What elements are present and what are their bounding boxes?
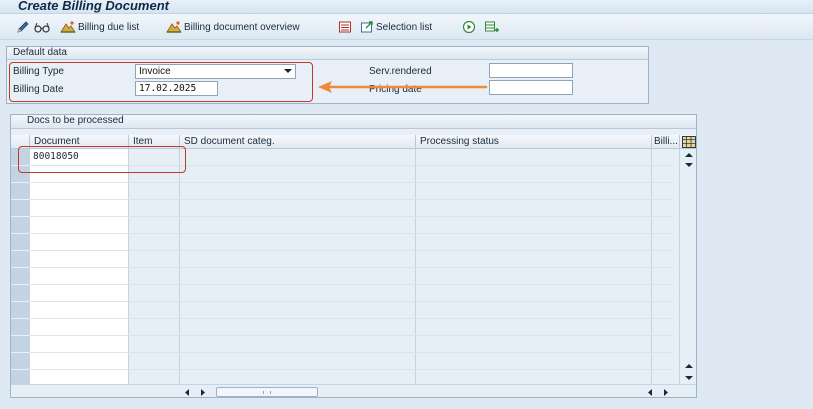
row-divider — [30, 352, 674, 353]
vertical-scrollbar[interactable] — [680, 149, 696, 384]
annotation-highlight-document-cell — [18, 146, 186, 173]
layout-button[interactable] — [484, 19, 500, 35]
mountain-icon — [60, 21, 76, 33]
serv-rendered-field[interactable] — [489, 63, 573, 78]
scroll-down-icon[interactable] — [684, 363, 694, 381]
horizontal-scroll-thumb[interactable] — [216, 387, 318, 397]
annotation-arrow-icon — [318, 81, 488, 93]
row-divider — [30, 318, 674, 319]
row-divider — [30, 267, 674, 268]
row-divider — [30, 216, 674, 217]
default-data-header: Default data — [7, 47, 648, 60]
list-icon — [339, 21, 351, 33]
selection-list-button[interactable]: Selection list — [360, 19, 432, 35]
list-button[interactable] — [338, 19, 352, 35]
billing-due-list-label: Billing due list — [78, 21, 140, 33]
export-icon — [361, 21, 373, 33]
row-divider — [30, 233, 674, 234]
horizontal-scrollbar[interactable] — [11, 384, 696, 397]
selection-list-label: Selection list — [376, 21, 433, 33]
layout-icon — [485, 21, 499, 32]
billing-due-list-button[interactable]: Billing due list — [60, 19, 139, 35]
edit-button[interactable] — [16, 19, 30, 35]
row-divider — [30, 301, 674, 302]
billing-document-overview-label: Billing document overview — [184, 21, 300, 33]
row-divider — [30, 284, 674, 285]
execute-icon — [462, 20, 476, 34]
serv-rendered-label: Serv.rendered — [369, 66, 432, 77]
scroll-left-icon[interactable] — [184, 388, 208, 397]
page-title: Create Billing Document — [18, 0, 169, 13]
row-divider — [30, 369, 674, 370]
pencil-icon — [17, 21, 29, 33]
execute-button[interactable] — [462, 19, 476, 35]
row-divider — [30, 199, 674, 200]
mountain-icon — [166, 21, 182, 33]
pricing-date-field[interactable] — [489, 80, 573, 95]
display-button[interactable] — [34, 19, 50, 35]
glasses-icon — [34, 22, 50, 33]
row-divider — [30, 335, 674, 336]
annotation-highlight-billing-fields — [9, 62, 313, 102]
application-toolbar: Billing due list Billing document overvi… — [0, 14, 813, 40]
scroll-up-icon[interactable] — [684, 152, 694, 168]
row-divider — [30, 182, 674, 183]
row-divider — [30, 250, 674, 251]
scroll-right-icon[interactable] — [647, 388, 671, 397]
billing-document-overview-button[interactable]: Billing document overview — [166, 19, 300, 35]
title-bar: Create Billing Document — [0, 0, 813, 14]
